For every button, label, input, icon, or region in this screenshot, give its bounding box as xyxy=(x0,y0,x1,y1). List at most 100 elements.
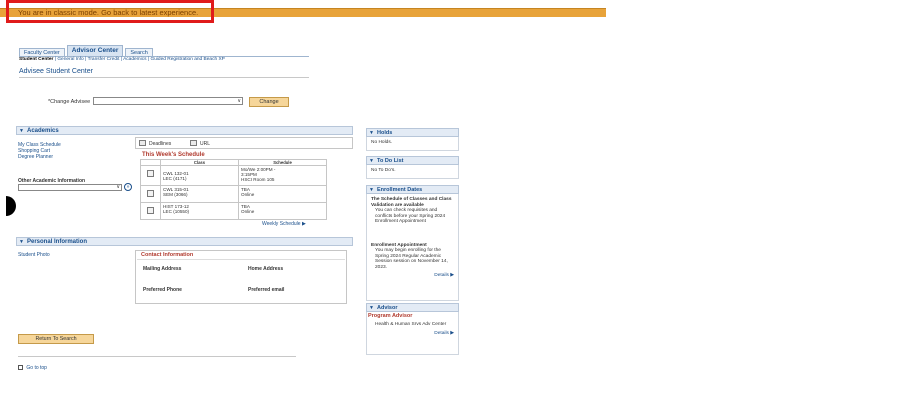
enrollment-details-link[interactable]: Details ▶ xyxy=(371,273,454,279)
schedule-mode: Online xyxy=(241,192,255,197)
go-to-top-link[interactable]: Go to top xyxy=(18,365,47,371)
preferred-email-label: Preferred email xyxy=(248,287,285,293)
subnav-sep: | xyxy=(120,57,122,62)
weekly-schedule-label: Weekly Schedule xyxy=(262,221,301,227)
collapse-triangle-icon: ▼ xyxy=(369,187,374,193)
schedule-mode: Online xyxy=(241,209,255,214)
personal-info-header[interactable]: ▼ Personal Information xyxy=(16,237,353,246)
class-icon-cell xyxy=(140,185,161,203)
class-cell: CWL 315-01 SEM (3066) xyxy=(160,185,239,203)
change-advisee-select[interactable]: ∨ xyxy=(93,97,243,105)
academics-title: Academics xyxy=(27,128,59,134)
personal-info-title: Personal Information xyxy=(27,239,88,245)
schedule-room: HSCI Room 105 xyxy=(241,177,275,182)
degree-planner-link[interactable]: Degree Planner xyxy=(18,154,61,161)
class-section: SEM (3066) xyxy=(163,192,188,197)
holds-panel: ▼ Holds No Holds. xyxy=(366,128,459,151)
page-title: Advisee Student Center xyxy=(19,68,93,75)
advisor-header[interactable]: ▼ Advisor xyxy=(366,303,459,312)
class-icon-cell xyxy=(140,202,161,220)
academics-links: My Class Schedule Shopping Cart Degree P… xyxy=(18,142,61,161)
academics-header[interactable]: ▼ Academics xyxy=(16,126,353,135)
holds-header[interactable]: ▼ Holds xyxy=(366,128,459,137)
academics-toolbar: Deadlines URL xyxy=(135,137,353,149)
advisor-center: Health & Human Srvs Adv Center xyxy=(375,321,447,327)
change-button[interactable]: Change xyxy=(249,97,289,107)
other-academic-select[interactable]: ∨ xyxy=(18,184,122,191)
subnav-guided-registration[interactable]: Guided Registration and Beach XP xyxy=(150,57,224,62)
arrow-right-icon: ▶ xyxy=(450,273,454,278)
collapse-triangle-icon: ▼ xyxy=(369,305,374,311)
enrollment-dates-header[interactable]: ▼ Enrollment Dates xyxy=(366,185,459,194)
table-row: CWL 132-01 LEC (4171) Mo/We 2:00PM - 3:1… xyxy=(140,165,327,186)
subnav-sep: | xyxy=(54,57,56,62)
go-arrow-icon[interactable]: » xyxy=(124,183,132,191)
subnav-general-info[interactable]: General Info xyxy=(57,57,83,62)
preferred-phone-label: Preferred Phone xyxy=(143,287,182,293)
weekly-schedule-link[interactable]: Weekly Schedule ▶ xyxy=(262,221,306,227)
details-label: Details xyxy=(434,273,449,278)
highlight-box xyxy=(6,0,214,23)
title-divider xyxy=(19,77,309,78)
change-advisee-label: *Change Advisee xyxy=(48,99,91,105)
url-link[interactable]: URL xyxy=(200,141,210,147)
schedule-table: Class Schedule CWL 132-01 LEC (4171) Mo/… xyxy=(140,159,327,220)
table-row: HIST 173-12 LEC (10550) TBA Online xyxy=(140,202,327,220)
holds-title: Holds xyxy=(377,130,393,136)
contact-info-title: Contact Information xyxy=(141,252,194,258)
collapse-triangle-icon: ▼ xyxy=(369,130,374,136)
todo-body: No To Do's. xyxy=(366,165,459,179)
bottom-divider xyxy=(18,356,296,357)
schedule-cell: TBA Online xyxy=(238,202,327,220)
subnav-transfer-credit[interactable]: Transfer Credit xyxy=(88,57,120,62)
class-cell: CWL 132-01 LEC (4171) xyxy=(160,165,239,186)
return-to-search-button[interactable]: Return To Search xyxy=(18,334,94,344)
calendar-icon[interactable] xyxy=(147,190,154,197)
class-section: LEC (4171) xyxy=(163,176,187,181)
chevron-down-icon: ∨ xyxy=(116,184,120,190)
arrow-right-icon: ▶ xyxy=(301,221,306,227)
enrollment-dates-title: Enrollment Dates xyxy=(377,187,423,193)
url-icon xyxy=(190,140,197,146)
collapse-triangle-icon: ▼ xyxy=(19,128,24,134)
program-advisor-title: Program Advisor xyxy=(368,313,413,319)
subnav-academics[interactable]: Academics xyxy=(123,57,146,62)
subnav: Student Center | General Info | Transfer… xyxy=(19,57,225,62)
todo-panel: ▼ To Do List No To Do's. xyxy=(366,156,459,179)
advisor-details-link[interactable]: Details ▶ xyxy=(371,331,454,337)
calendar-icon[interactable] xyxy=(147,170,154,177)
schedule-title: This Week's Schedule xyxy=(142,152,205,158)
chevron-down-icon: ∨ xyxy=(237,98,241,104)
deadlines-link[interactable]: Deadlines xyxy=(149,141,171,147)
enrollment-bold-line: The Schedule of Classes and Class Valida… xyxy=(371,197,452,208)
appointment-text: You may begin enrolling for the Spring 2… xyxy=(375,248,448,270)
subnav-sep: | xyxy=(85,57,87,62)
details-label: Details xyxy=(434,331,449,336)
class-icon-cell xyxy=(140,165,161,186)
table-row: CWL 315-01 SEM (3066) TBA Online xyxy=(140,185,327,203)
schedule-cell: TBA Online xyxy=(238,185,327,203)
advisor-body: Program Advisor Health & Human Srvs Adv … xyxy=(366,312,459,355)
calendar-icon[interactable] xyxy=(147,207,154,214)
deadlines-icon xyxy=(139,140,146,146)
arrow-right-icon: ▶ xyxy=(450,331,454,336)
enrollment-dates-panel: ▼ Enrollment Dates The Schedule of Class… xyxy=(366,185,459,301)
enrollment-dates-body: The Schedule of Classes and Class Valida… xyxy=(366,194,459,301)
enrollment-text: You can check requisites and conflicts b… xyxy=(375,208,446,224)
advisor-panel: ▼ Advisor Program Advisor Health & Human… xyxy=(366,303,459,355)
student-photo-link[interactable]: Student Photo xyxy=(18,252,50,258)
schedule-cell: Mo/We 2:00PM - 3:15PM HSCI Room 105 xyxy=(238,165,327,186)
class-cell: HIST 173-12 LEC (10550) xyxy=(160,202,239,220)
collapse-triangle-icon: ▼ xyxy=(369,158,374,164)
holds-body: No Holds. xyxy=(366,137,459,151)
subnav-sep: | xyxy=(147,57,150,62)
contact-info-box: Contact Information Mailing Address Home… xyxy=(135,250,347,304)
go-to-top-icon xyxy=(18,365,23,370)
go-to-top-label: Go to top xyxy=(26,365,47,371)
mailing-address-label: Mailing Address xyxy=(143,266,182,272)
todo-title: To Do List xyxy=(377,158,404,164)
subnav-student-center[interactable]: Student Center xyxy=(19,57,53,62)
collapse-triangle-icon: ▼ xyxy=(19,239,24,245)
todo-header[interactable]: ▼ To Do List xyxy=(366,156,459,165)
advisor-title: Advisor xyxy=(377,305,398,311)
